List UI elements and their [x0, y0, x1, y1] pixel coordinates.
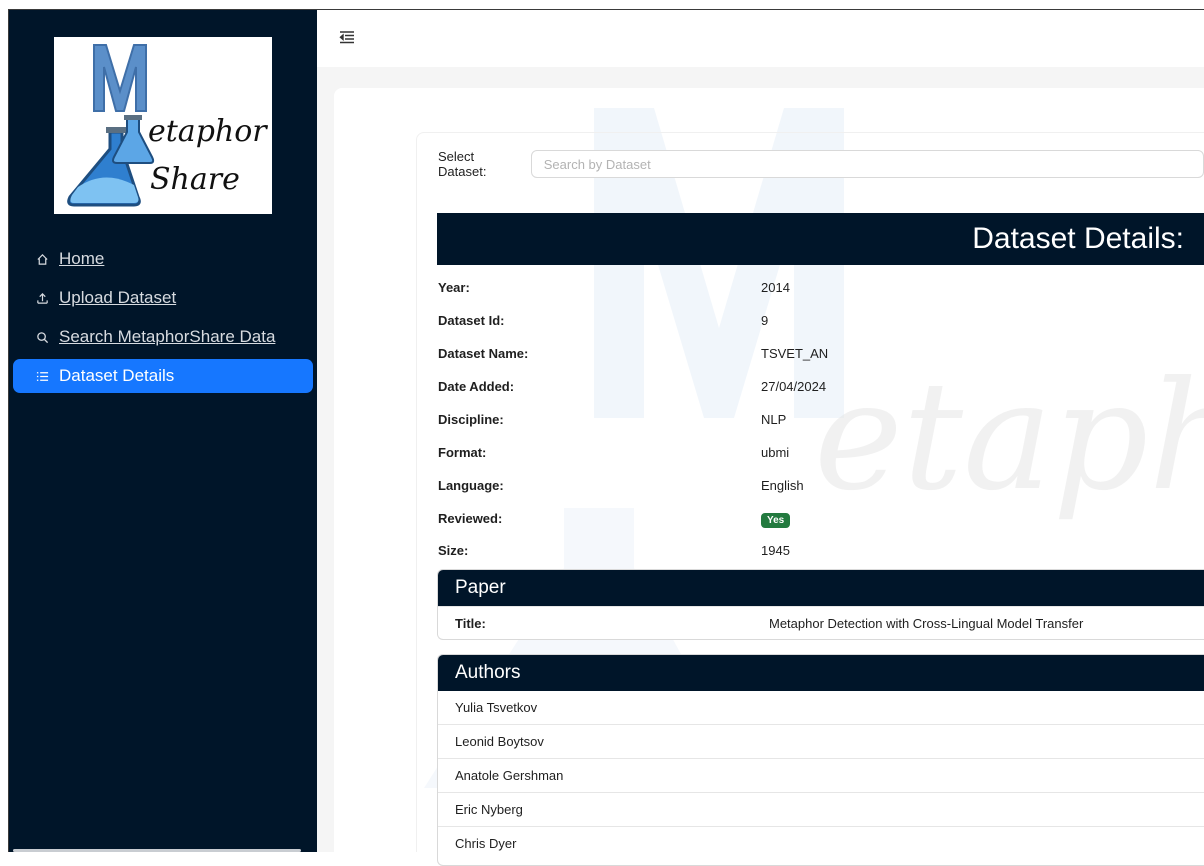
top-header [317, 10, 1204, 67]
paper-heading: Paper [438, 570, 1204, 606]
sidebar-menu: Home Upload Dataset Search MetaphorShare… [13, 242, 313, 398]
dataset-details-title: Dataset Details: [972, 222, 1184, 255]
dataset-search-placeholder: Search by Dataset [543, 156, 651, 172]
svg-text:etaphor: etaphor [148, 114, 268, 149]
authors-heading: Authors [438, 655, 1204, 691]
menu-fold-icon[interactable] [339, 30, 357, 46]
author-item: Eric Nyberg [438, 792, 1204, 826]
authors-panel: Authors Yulia Tsvetkov Leonid Boytsov An… [437, 654, 1204, 866]
search-icon [35, 330, 49, 344]
dataset-search-select[interactable]: Search by Dataset [530, 150, 1204, 178]
sidebar-item-dataset-details[interactable]: Dataset Details [13, 359, 313, 393]
sidebar-item-search-data[interactable]: Search MetaphorShare Data [13, 320, 313, 354]
home-icon [35, 252, 49, 266]
author-item: Anatole Gershman [438, 758, 1204, 792]
authors-list: Yulia Tsvetkov Leonid Boytsov Anatole Ge… [438, 691, 1204, 860]
sidebar-item-label: Search MetaphorShare Data [59, 327, 276, 346]
author-item: Leonid Boytsov [438, 724, 1204, 758]
sidebar: etaphor Share Home Upload Dataset Search… [9, 10, 317, 852]
dataset-details-banner: Dataset Details: [437, 213, 1204, 265]
author-item: Yulia Tsvetkov [455, 700, 538, 715]
sidebar-item-label: Upload Dataset [59, 288, 177, 307]
reviewed-status-badge: Yes [761, 513, 791, 528]
metaphorshare-logo: etaphor Share [54, 37, 272, 214]
sidebar-item-label: Dataset Details [59, 366, 175, 385]
paper-title-row: Title: Metaphor Detection with Cross-Lin… [438, 606, 1204, 639]
author-item: Chris Dyer [438, 826, 1204, 860]
svg-text:Share: Share [150, 162, 240, 197]
sidebar-item-home[interactable]: Home [13, 242, 313, 276]
dataset-select-row: Select Dataset: Search by Dataset [438, 149, 1204, 179]
paper-title-value: Metaphor Detection with Cross-Lingual Mo… [769, 616, 1084, 631]
select-dataset-label: Select Dataset: [438, 149, 487, 179]
list-icon [35, 369, 49, 383]
upload-icon [35, 291, 49, 305]
paper-panel: Paper Title: Metaphor Detection with Cro… [437, 569, 1204, 640]
sidebar-item-label: Home [59, 249, 105, 268]
sidebar-item-upload-dataset[interactable]: Upload Dataset [13, 281, 313, 315]
